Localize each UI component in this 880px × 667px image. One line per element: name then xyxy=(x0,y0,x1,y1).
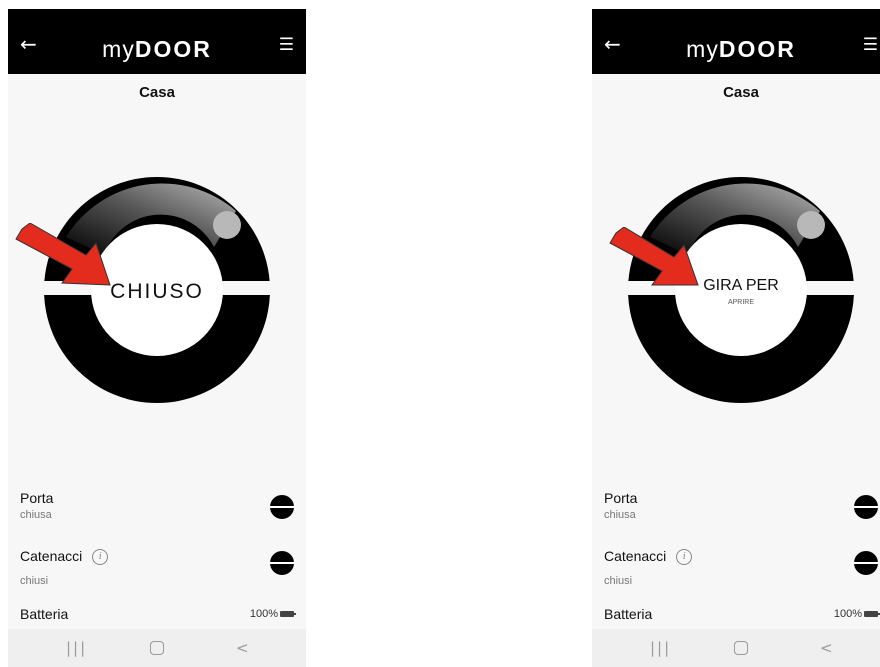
lock-dial[interactable]: CHIUSO xyxy=(44,177,270,403)
system-nav-bar: ||| < xyxy=(592,629,880,667)
nav-back-icon[interactable]: < xyxy=(236,639,249,657)
dial-status-text: CHIUSO xyxy=(110,280,204,303)
battery-icon xyxy=(864,611,880,618)
hamburger-menu-icon[interactable]: ☰ xyxy=(279,35,294,55)
hamburger-menu-icon[interactable]: ☰ xyxy=(863,35,878,55)
system-nav-bar: ||| < xyxy=(8,629,306,667)
bolts-value: chiusi xyxy=(604,575,633,587)
door-lock-icon xyxy=(270,495,294,519)
phone-screen-turn-to-open: ← myDOOR ☰ Casa GIRA PER APRIRE Porta ch… xyxy=(592,9,880,667)
app-header: ← myDOOR ☰ xyxy=(592,9,880,74)
bolts-lock-icon xyxy=(854,551,878,575)
door-label: Porta xyxy=(20,490,54,506)
home-icon[interactable] xyxy=(734,641,748,655)
dial-instruction-text: GIRA PER xyxy=(703,277,779,294)
page-title: Casa xyxy=(139,84,175,101)
home-icon[interactable] xyxy=(150,641,164,655)
bolts-label: Catenacci i xyxy=(20,548,109,566)
bolts-lock-icon xyxy=(270,551,294,575)
bolts-value: chiusi xyxy=(20,575,49,587)
recent-apps-icon[interactable]: ||| xyxy=(650,639,671,657)
page-title: Casa xyxy=(723,84,759,101)
app-logo: myDOOR xyxy=(686,36,796,62)
dial-instruction-subtext: APRIRE xyxy=(728,299,754,306)
phone-screen-closed: ← myDOOR ☰ Casa CHIUSO Porta chiusa Cate… xyxy=(8,9,306,667)
battery-label: Batteria xyxy=(20,606,69,622)
nav-back-icon[interactable]: < xyxy=(820,639,833,657)
recent-apps-icon[interactable]: ||| xyxy=(66,639,87,657)
door-value: chiusa xyxy=(20,509,52,521)
door-label: Porta xyxy=(604,490,638,506)
info-icon[interactable]: i xyxy=(676,549,693,566)
app-header: ← myDOOR ☰ xyxy=(8,9,306,74)
door-lock-icon xyxy=(854,495,878,519)
battery-status: 100% xyxy=(834,608,880,620)
red-arrow-icon xyxy=(15,223,111,286)
battery-label: Batteria xyxy=(604,606,653,622)
info-icon[interactable]: i xyxy=(92,549,109,566)
battery-icon xyxy=(280,611,296,618)
door-value: chiusa xyxy=(604,509,636,521)
lock-dial[interactable]: GIRA PER APRIRE xyxy=(628,177,854,403)
battery-status: 100% xyxy=(250,608,296,620)
bolts-label: Catenacci i xyxy=(604,548,693,566)
red-arrow-icon xyxy=(609,227,699,286)
app-logo: myDOOR xyxy=(102,36,212,62)
